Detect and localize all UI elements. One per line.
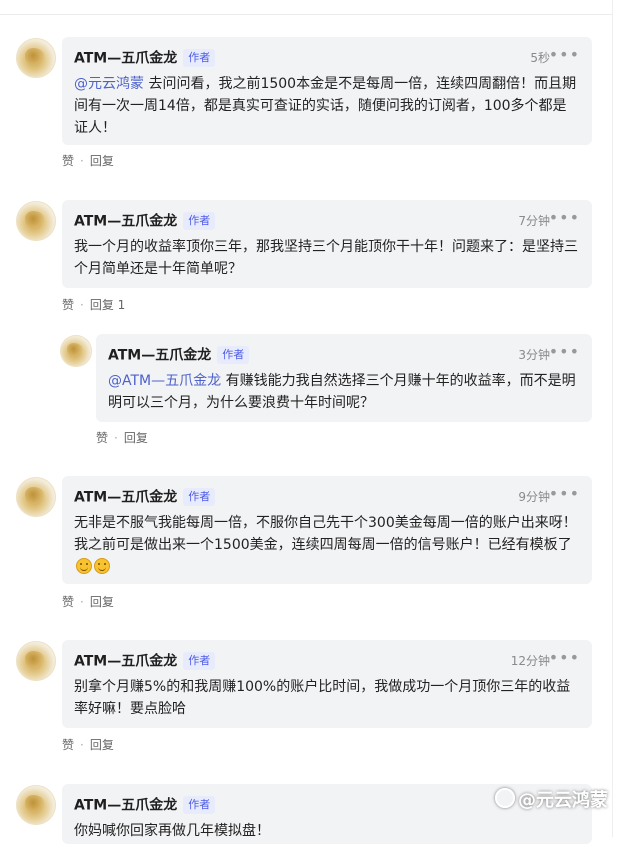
author-name[interactable]: ATM—五爪金龙: [74, 51, 177, 67]
comment-text: 无非是不服气我能每周一倍，不服你自己先干个300美金每周一倍的账户出来呀！我之前…: [74, 512, 580, 578]
author-badge: 作者: [183, 487, 216, 506]
author-name[interactable]: ATM—五爪金龙: [74, 214, 177, 230]
reply-bubble: ATM—五爪金龙 作者 3分钟 ••• @ATM—五爪金龙 有赚钱能力我自然选择三…: [96, 334, 592, 422]
comment-text: 你妈喊你回家再做几年模拟盘！: [74, 823, 270, 839]
reply-button[interactable]: 回复: [90, 595, 114, 609]
comment-time: 7分钟: [518, 214, 550, 228]
top-divider: [0, 14, 612, 15]
avatar[interactable]: [16, 38, 56, 78]
comment-text: 别拿个月赚5%的和我周赚100%的账户比时间，我做成功一个月顶你三年的收益率好嘛…: [74, 679, 571, 717]
avatar[interactable]: [16, 641, 56, 681]
smile-emoji: [76, 558, 92, 574]
more-dots-icon[interactable]: •••: [549, 342, 580, 361]
comment-header: ATM—五爪金龙 作者 3分钟 •••: [108, 342, 580, 364]
comment-header: ATM—五爪金龙 作者 5秒 •••: [74, 45, 580, 67]
comment-bubble: ATM—五爪金龙 作者 12分钟 ••• 别拿个月赚5%的和我周赚100%的账户比…: [62, 640, 592, 728]
mention-link[interactable]: @ATM—五爪金龙: [108, 373, 221, 389]
author-badge: 作者: [183, 795, 216, 814]
author-badge: 作者: [183, 211, 216, 230]
author-name[interactable]: ATM—五爪金龙: [74, 654, 177, 670]
mention-link[interactable]: @元云鸿蒙: [74, 76, 144, 92]
action-separator: ·: [80, 298, 84, 312]
more-dots-icon[interactable]: •••: [549, 45, 580, 64]
action-separator: ·: [80, 595, 84, 609]
comment-bubble: ATM—五爪金龙 作者 7分钟 ••• 我一个月的收益率顶你三年，那我坚持三个月能…: [62, 200, 592, 288]
author-badge: 作者: [183, 651, 216, 670]
author-badge: 作者: [183, 48, 216, 67]
comment-time: 5秒: [530, 51, 550, 65]
comment-actions: 赞 · 回复: [62, 152, 114, 169]
comment-actions: 赞 · 回复: [96, 429, 148, 446]
more-dots-icon[interactable]: •••: [549, 648, 580, 667]
comment-body: 无非是不服气我能每周一倍，不服你自己先干个300美金每周一倍的账户出来呀！我之前…: [74, 515, 577, 553]
reply-button[interactable]: 回复: [90, 154, 114, 168]
comment-text: @ATM—五爪金龙 有赚钱能力我自然选择三个月赚十年的收益率，而不是明明可以三个…: [108, 370, 580, 414]
comment-text: @元云鸿蒙 去问问看，我之前1500本金是不是每周一倍，连续四周翻倍！而且期间有…: [74, 73, 580, 139]
avatar[interactable]: [16, 785, 56, 825]
comment-header: ATM—五爪金龙 作者 9分钟 •••: [74, 484, 580, 506]
comment-text: 我一个月的收益率顶你三年，那我坚持三个月能顶你干十年！问题来了：是坚持三个月简单…: [74, 239, 578, 277]
comment-header: ATM—五爪金龙 作者 7分钟 •••: [74, 208, 580, 230]
author-name[interactable]: ATM—五爪金龙: [74, 490, 177, 506]
author-name[interactable]: ATM—五爪金龙: [108, 348, 211, 364]
avatar[interactable]: [60, 335, 92, 367]
watermark-logo-icon: [495, 788, 515, 808]
comment-time: 12分钟: [510, 654, 550, 668]
like-button[interactable]: 赞: [62, 595, 74, 609]
comment-bubble: ATM—五爪金龙 作者 5秒 ••• @元云鸿蒙 去问问看，我之前1500本金是不…: [62, 37, 592, 145]
comment-time: 3分钟: [518, 348, 550, 362]
smile-emoji: [94, 558, 110, 574]
comment-actions: 赞 · 回复: [62, 593, 114, 610]
comment-bubble: ATM—五爪金龙 作者 9分钟 ••• 无非是不服气我能每周一倍，不服你自己先干个…: [62, 476, 592, 584]
reply-button[interactable]: 回复 1: [90, 298, 125, 312]
avatar[interactable]: [16, 477, 56, 517]
reply-button[interactable]: 回复: [90, 738, 114, 752]
comment-time: 9分钟: [518, 490, 550, 504]
author-name[interactable]: ATM—五爪金龙: [74, 798, 177, 814]
like-button[interactable]: 赞: [62, 738, 74, 752]
like-button[interactable]: 赞: [62, 154, 74, 168]
author-badge: 作者: [217, 345, 250, 364]
more-dots-icon[interactable]: •••: [549, 484, 580, 503]
comment-body: 去问问看，我之前1500本金是不是每周一倍，连续四周翻倍！而且期间有一次一周14…: [74, 76, 577, 136]
comment-actions: 赞 · 回复: [62, 736, 114, 753]
more-dots-icon[interactable]: •••: [549, 208, 580, 227]
action-separator: ·: [114, 431, 118, 445]
comment-actions: 赞 · 回复 1: [62, 296, 125, 313]
watermark-text: @元云鸿蒙: [518, 790, 608, 811]
reply-button[interactable]: 回复: [124, 431, 148, 445]
like-button[interactable]: 赞: [62, 298, 74, 312]
action-separator: ·: [80, 738, 84, 752]
scrollbar-track[interactable]: [612, 0, 613, 837]
avatar[interactable]: [16, 201, 56, 241]
watermark: @元云鸿蒙: [495, 786, 608, 812]
like-button[interactable]: 赞: [96, 431, 108, 445]
action-separator: ·: [80, 154, 84, 168]
comment-header: ATM—五爪金龙 作者 12分钟 •••: [74, 648, 580, 670]
